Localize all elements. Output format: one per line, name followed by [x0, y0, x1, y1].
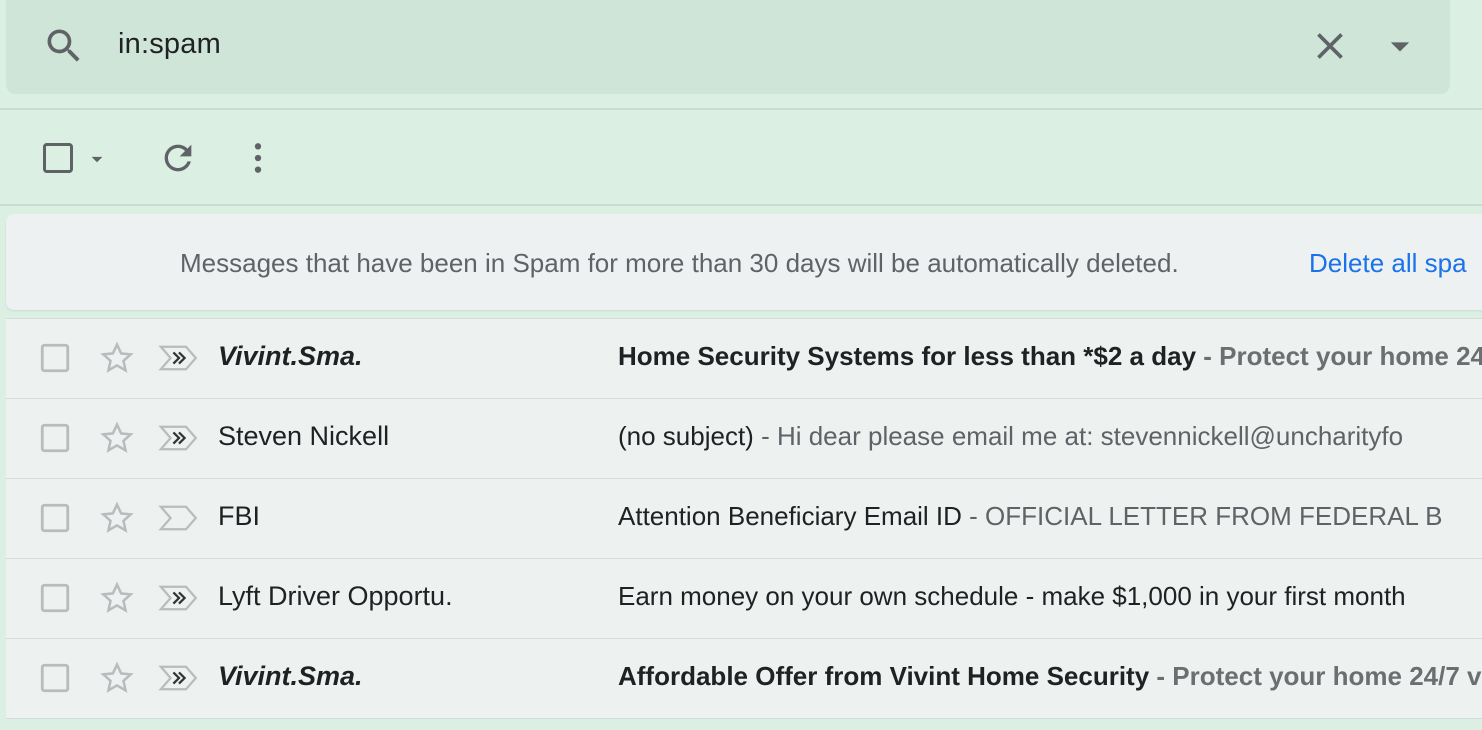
important-marker-icon[interactable] [158, 581, 200, 615]
email-row[interactable]: Vivint.Sma. Affordable Offer from Vivint … [6, 639, 1482, 719]
email-list: Vivint.Sma. Home Security Systems for les… [6, 318, 1482, 719]
email-row[interactable]: Lyft Driver Opportu. Earn money on your o… [6, 559, 1482, 639]
email-row[interactable]: Steven Nickell (no subject) - Hi dear ple… [6, 399, 1482, 479]
email-subject: Home Security Systems for less than *$2 … [618, 341, 1197, 371]
star-icon[interactable] [98, 499, 136, 537]
row-checkbox[interactable] [38, 421, 72, 455]
star-icon[interactable] [98, 579, 136, 617]
email-subject: Attention Beneficiary Email ID [618, 501, 962, 531]
refresh-icon[interactable] [158, 138, 198, 178]
email-subject: Earn money on your own schedule - make $… [618, 581, 1406, 611]
search-icon[interactable] [42, 24, 86, 68]
importance-empty-icon[interactable] [158, 501, 200, 535]
row-checkbox[interactable] [38, 661, 72, 695]
email-content: Attention Beneficiary Email ID - OFFICIA… [618, 501, 1443, 532]
spam-notice-message: Messages that have been in Spam for more… [180, 248, 1179, 278]
email-snippet: - OFFICIAL LETTER FROM FEDERAL B [961, 501, 1443, 531]
toolbar [0, 110, 1482, 205]
search-input[interactable]: in:spam [118, 28, 221, 61]
caret-down-icon[interactable] [84, 146, 110, 172]
select-all-checkbox[interactable] [40, 140, 76, 176]
search-bar[interactable]: in:spam [6, 0, 1450, 94]
divider [0, 204, 1482, 206]
email-subject: (no subject) [618, 421, 754, 451]
email-sender: Vivint.Sma. [218, 661, 363, 691]
email-sender: Steven Nickell [218, 421, 390, 451]
spam-notice: Messages that have been in Spam for more… [6, 214, 1482, 310]
email-snippet: - Protect your home 24/7 v [1149, 661, 1482, 691]
star-icon[interactable] [98, 419, 136, 457]
star-icon[interactable] [98, 339, 136, 377]
email-sender: Lyft Driver Opportu. [218, 581, 453, 611]
important-marker-icon[interactable] [158, 421, 200, 455]
close-icon[interactable] [1308, 24, 1352, 68]
email-content: Earn money on your own schedule - make $… [618, 581, 1406, 612]
important-marker-icon[interactable] [158, 341, 200, 375]
email-content: Affordable Offer from Vivint Home Securi… [618, 661, 1482, 692]
row-checkbox[interactable] [38, 341, 72, 375]
email-row[interactable]: Vivint.Sma. Home Security Systems for les… [6, 318, 1482, 399]
email-sender: Vivint.Sma. [218, 341, 363, 371]
email-content: (no subject) - Hi dear please email me a… [618, 421, 1403, 452]
caret-down-icon[interactable] [1378, 24, 1422, 68]
email-sender: FBI [218, 501, 261, 531]
delete-all-spam-link[interactable]: Delete all spa [1309, 248, 1467, 279]
email-content: Home Security Systems for less than *$2 … [618, 341, 1482, 372]
email-snippet: - Protect your home 24/7 [1196, 341, 1482, 371]
email-subject: Affordable Offer from Vivint Home Securi… [618, 661, 1150, 691]
important-marker-icon[interactable] [158, 661, 200, 695]
star-icon[interactable] [98, 659, 136, 697]
row-checkbox[interactable] [38, 501, 72, 535]
email-snippet: - Hi dear please email me at: stevennick… [753, 421, 1404, 451]
more-vert-icon[interactable] [238, 138, 278, 178]
email-row[interactable]: FBI Attention Beneficiary Email ID - OFFI… [6, 479, 1482, 559]
row-checkbox[interactable] [38, 581, 72, 615]
